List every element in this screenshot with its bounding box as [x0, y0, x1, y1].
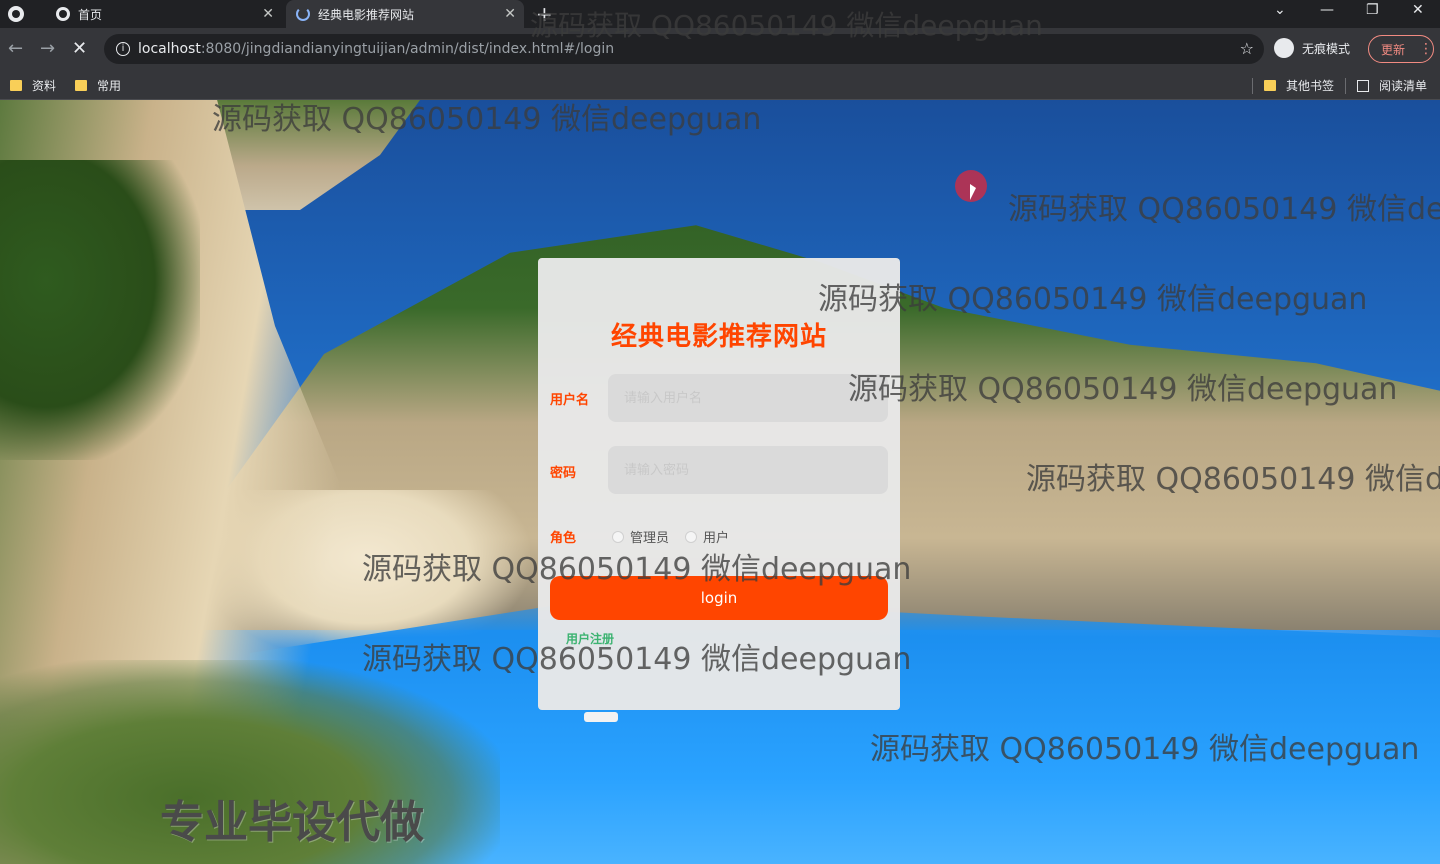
username-label: 用户名	[550, 393, 590, 408]
back-arrow-icon[interactable]: ←	[8, 38, 23, 59]
role-option-admin[interactable]: 管理员	[630, 527, 669, 546]
bookmark-star-icon[interactable]: ☆	[1240, 39, 1254, 58]
page-title: 经典电影推荐网站	[610, 322, 827, 352]
reading-list-label: 阅读清单	[1379, 79, 1428, 93]
tab-label: 首页	[78, 7, 103, 22]
reading-list-icon	[1357, 79, 1369, 92]
incognito-indicator[interactable]: 无痕模式	[1274, 38, 1350, 58]
incognito-icon	[1274, 38, 1294, 58]
login-card: 经典电影推荐网站 用户名 密码 角色 管理员 用户 login 用户注册	[538, 258, 900, 710]
role-label: 角色	[550, 531, 577, 546]
role-option-user[interactable]: 用户	[703, 527, 729, 546]
update-label: 更新	[1381, 42, 1406, 57]
login-button[interactable]: login	[550, 576, 888, 620]
window-close-icon[interactable]: ✕	[1412, 2, 1424, 18]
new-tab-plus-icon[interactable]: +	[536, 2, 553, 26]
stop-loading-icon[interactable]: ✕	[72, 38, 87, 59]
background-vegetation	[0, 160, 200, 460]
pinned-tab-globe-icon[interactable]	[8, 6, 24, 22]
role-selector: 角色 管理员 用户	[550, 527, 745, 546]
close-icon[interactable]: ✕	[262, 6, 274, 22]
username-input[interactable]	[608, 374, 888, 422]
folder-icon	[10, 80, 22, 91]
divider	[1345, 78, 1346, 94]
background-boat	[584, 712, 618, 722]
address-bar[interactable]: i localhost:8080/jingdiandianyingtuijian…	[104, 34, 1264, 64]
bookmarks-bar: 资料 常用 其他书签 阅读清单	[0, 70, 1440, 100]
other-bookmarks[interactable]: 其他书签	[1264, 77, 1334, 94]
other-bookmarks-label: 其他书签	[1286, 79, 1335, 93]
role-radio-admin[interactable]	[612, 530, 624, 543]
tab-search-chevron-icon[interactable]: ⌄	[1274, 2, 1286, 18]
tab-home[interactable]: 首页 ✕	[46, 0, 282, 28]
site-info-icon[interactable]: i	[116, 42, 130, 56]
close-icon[interactable]: ✕	[504, 6, 516, 22]
browser-toolbar: ← → ✕ i localhost:8080/jingdiandianyingt…	[0, 28, 1440, 70]
update-button[interactable]: 更新 ⋮	[1368, 35, 1434, 63]
folder-icon	[1264, 80, 1276, 91]
url-path: :8080/jingdiandianyingtuijian/admin/dist…	[200, 41, 615, 57]
folder-icon	[75, 80, 87, 91]
loading-spinner-icon	[296, 7, 310, 21]
menu-dots-icon: ⋮	[1419, 41, 1433, 57]
forward-arrow-icon[interactable]: →	[40, 38, 55, 59]
globe-icon	[56, 7, 70, 21]
restore-icon[interactable]: ❐	[1366, 2, 1379, 18]
password-input[interactable]	[608, 446, 888, 494]
tab-label: 经典电影推荐网站	[318, 7, 415, 22]
tab-strip: 首页 ✕ 经典电影推荐网站 ✕ + ⌄ — ❐ ✕	[0, 0, 1440, 28]
incognito-label: 无痕模式	[1302, 41, 1351, 56]
role-radio-user[interactable]	[685, 530, 698, 543]
bookmark-label: 资料	[32, 79, 57, 93]
divider	[1252, 78, 1253, 94]
bookmark-label: 常用	[97, 79, 122, 93]
minimize-icon[interactable]: —	[1320, 2, 1334, 18]
cursor-pointer-icon	[970, 184, 976, 200]
tab-active[interactable]: 经典电影推荐网站 ✕	[286, 0, 524, 28]
bookmark-folder-changyong[interactable]: 常用	[75, 77, 121, 94]
password-label: 密码	[550, 466, 577, 481]
watermark-banner: 专业毕设代做	[160, 797, 424, 848]
url-host: localhost	[138, 41, 201, 57]
reading-list[interactable]: 阅读清单	[1357, 77, 1427, 94]
bookmark-folder-ziliao[interactable]: 资料	[10, 77, 56, 94]
register-link[interactable]: 用户注册	[566, 630, 614, 647]
